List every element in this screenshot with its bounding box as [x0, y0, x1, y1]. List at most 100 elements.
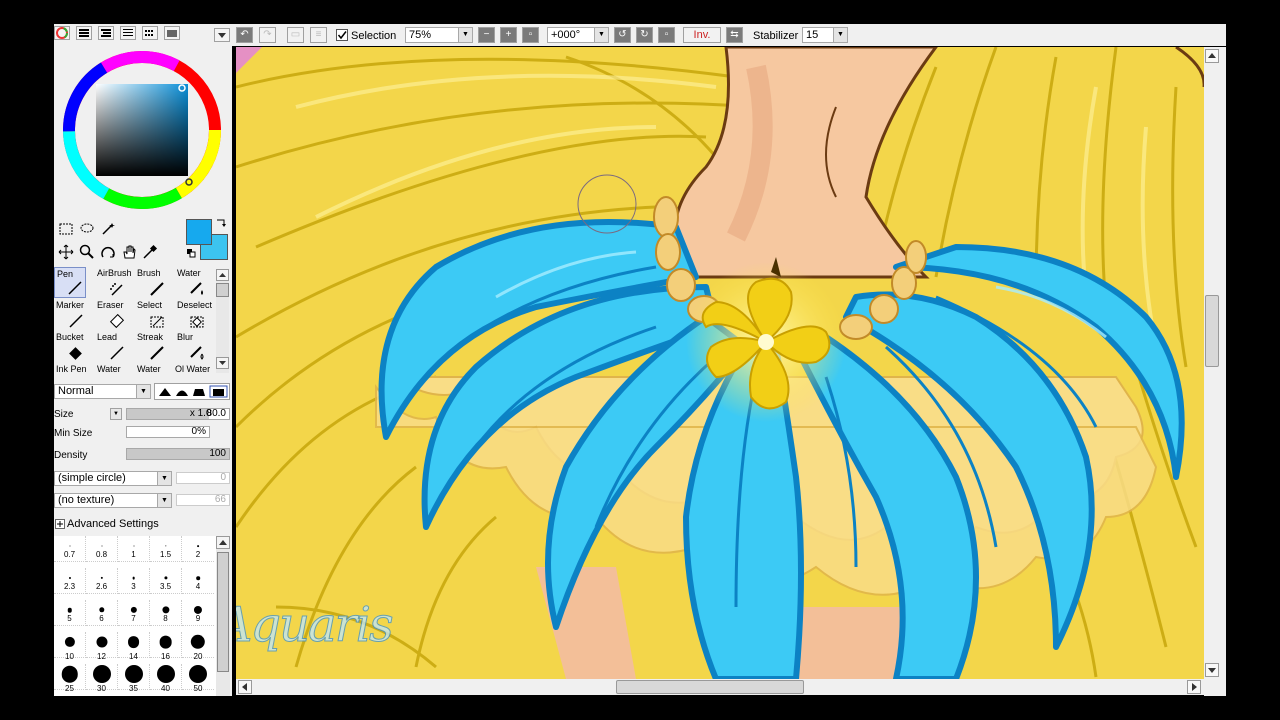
brush-size-preset[interactable]: 16 — [150, 632, 182, 661]
undo-icon[interactable]: ↶ — [236, 27, 253, 43]
tip-flat-icon[interactable] — [193, 389, 205, 396]
blend-mode-select[interactable]: Normal ▼ — [54, 384, 151, 399]
brush-size-preset[interactable]: 10 — [54, 632, 86, 661]
deselect-button[interactable]: ▭ — [287, 27, 304, 43]
brush-size-preset[interactable]: 40 — [150, 664, 182, 693]
invert-button[interactable]: Inv. — [683, 27, 721, 43]
brush-size-preset[interactable]: 2 — [182, 536, 214, 562]
rgb-slider-button[interactable] — [76, 26, 92, 40]
rect-select-icon[interactable] — [58, 222, 74, 236]
brush-size-preset[interactable]: 25 — [54, 664, 86, 693]
primary-color-swatch[interactable] — [186, 219, 212, 245]
tool-scrollbar[interactable] — [216, 269, 229, 373]
brush-size-preset[interactable]: 9 — [182, 600, 214, 626]
tool-marker[interactable]: Marker — [54, 299, 86, 330]
zoom-icon[interactable] — [79, 244, 95, 260]
scroll-right-icon[interactable] — [1187, 680, 1201, 694]
brush-size-preset[interactable]: 50 — [182, 664, 214, 693]
brush-size-preset[interactable]: 30 — [86, 664, 118, 693]
brush-size-preset[interactable]: 2.3 — [54, 568, 86, 594]
clear-selection-button[interactable]: ≡ — [310, 27, 327, 43]
scroll-down-icon[interactable] — [216, 357, 229, 369]
scroll-down-icon[interactable] — [1205, 663, 1219, 677]
brush-size-preset[interactable]: 1 — [118, 536, 150, 562]
tool-pen[interactable]: Pen — [54, 267, 86, 298]
shape-strength-field[interactable]: 0 — [176, 472, 230, 484]
density-slider[interactable]: 100 — [126, 448, 230, 460]
redo-icon[interactable]: ↷ — [259, 27, 276, 43]
size-grid-scroll-thumb[interactable] — [217, 552, 229, 672]
zoom-in-button[interactable]: + — [500, 27, 517, 43]
tool-blur[interactable]: Blur — [175, 331, 207, 362]
size-grid-scrollbar[interactable] — [216, 536, 230, 696]
size-range-dropdown[interactable]: ▼ — [110, 408, 122, 420]
tool-streak[interactable]: Streak — [135, 331, 167, 362]
zoom-reset-button[interactable]: ▫ — [522, 27, 539, 43]
selection-checkbox[interactable] — [336, 29, 348, 41]
brush-texture-select[interactable]: (no texture) ▼ — [54, 493, 172, 508]
rotate-reset-button[interactable]: ▫ — [658, 27, 675, 43]
brush-size-preset[interactable]: 3.5 — [150, 568, 182, 594]
tool-water[interactable]: Water — [175, 267, 207, 298]
color-mixer-button[interactable] — [120, 26, 136, 40]
tool-select[interactable]: Select — [135, 299, 167, 330]
tip-round-icon[interactable] — [176, 390, 188, 397]
stabilizer-select[interactable]: 15 ▼ — [802, 27, 848, 43]
tool-deselect[interactable]: Deselect — [175, 299, 212, 330]
swatches-button[interactable] — [142, 26, 158, 40]
panel-collapse-button[interactable] — [214, 28, 230, 42]
hand-icon[interactable] — [121, 244, 137, 260]
zoom-out-button[interactable]: − — [478, 27, 495, 43]
zoom-select[interactable]: 75% ▼ — [405, 27, 473, 43]
horizontal-scrollbar[interactable] — [236, 679, 1204, 695]
horizontal-scroll-thumb[interactable] — [616, 680, 804, 694]
flip-horizontal-icon[interactable]: ⇆ — [726, 27, 743, 43]
swap-colors-icon[interactable] — [214, 217, 228, 229]
texture-strength-field[interactable]: 66 — [176, 494, 230, 506]
vertical-scrollbar[interactable] — [1204, 47, 1220, 679]
brush-size-preset[interactable]: 1.5 — [150, 536, 182, 562]
scroll-up-icon[interactable] — [216, 269, 229, 281]
brush-size-preset[interactable]: 0.8 — [86, 536, 118, 562]
tool-airbrush[interactable]: AirBrush — [95, 267, 132, 298]
brush-size-preset[interactable]: 3 — [118, 568, 150, 594]
rotate-left-button[interactable]: ↺ — [614, 27, 631, 43]
brush-size-preset[interactable]: 35 — [118, 664, 150, 693]
tool-scroll-thumb[interactable] — [216, 283, 229, 297]
brush-size-preset[interactable]: 4 — [182, 568, 214, 594]
scroll-up-icon[interactable] — [216, 536, 230, 549]
min-size-slider[interactable]: 0% — [126, 426, 210, 438]
rotate-right-button[interactable]: ↻ — [636, 27, 653, 43]
tip-hard-icon[interactable] — [159, 388, 171, 396]
brush-shape-select[interactable]: (simple circle) ▼ — [54, 471, 172, 486]
scroll-left-icon[interactable] — [238, 680, 252, 694]
advanced-settings-toggle[interactable]: Advanced Settings — [54, 517, 224, 531]
brush-size-preset[interactable]: 7 — [118, 600, 150, 626]
tool-brush[interactable]: Brush — [135, 267, 167, 298]
tip-square-icon[interactable] — [213, 389, 224, 396]
brush-size-preset[interactable]: 5 — [54, 600, 86, 626]
color-wheel-mode-button[interactable] — [54, 26, 70, 40]
vertical-scroll-thumb[interactable] — [1205, 295, 1219, 367]
brush-size-preset[interactable]: 12 — [86, 632, 118, 661]
scroll-up-icon[interactable] — [1205, 49, 1219, 63]
magic-wand-icon[interactable] — [100, 222, 116, 236]
brush-size-preset[interactable]: 8 — [150, 600, 182, 626]
tool-eraser[interactable]: Eraser — [95, 299, 127, 330]
size-slider[interactable]: x 1.080.0 — [126, 408, 230, 420]
drawing-canvas[interactable]: AsrianaAquaris — [236, 47, 1204, 679]
brush-size-preset[interactable]: 20 — [182, 632, 214, 661]
scratchpad-button[interactable] — [164, 26, 180, 40]
brush-size-preset[interactable]: 6 — [86, 600, 118, 626]
color-wheel[interactable] — [60, 48, 224, 212]
reset-colors-icon[interactable] — [186, 248, 196, 258]
rotate-icon[interactable] — [100, 244, 116, 260]
hsv-slider-button[interactable] — [98, 26, 114, 40]
move-icon[interactable] — [58, 244, 74, 260]
tool-lead[interactable]: Lead — [95, 331, 127, 362]
brush-size-preset[interactable]: 14 — [118, 632, 150, 661]
tool-bucket[interactable]: Bucket — [54, 331, 86, 362]
lasso-icon[interactable] — [79, 222, 95, 236]
brush-size-preset[interactable]: 2.6 — [86, 568, 118, 594]
eyedropper-icon[interactable] — [142, 244, 158, 260]
